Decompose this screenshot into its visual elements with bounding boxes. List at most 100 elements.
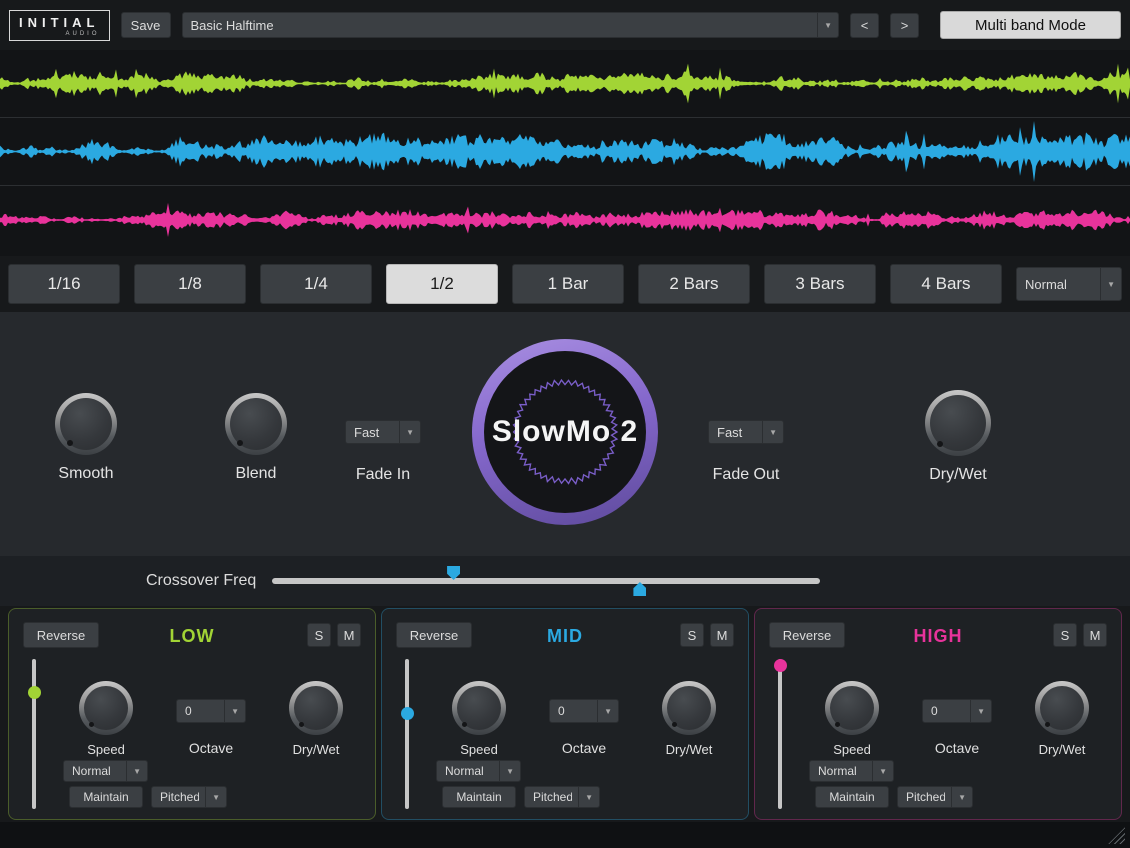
band-drywet-knob[interactable] bbox=[662, 681, 716, 735]
band-drywet-knob[interactable] bbox=[1035, 681, 1089, 735]
band-drywet-knob[interactable] bbox=[289, 681, 343, 735]
division-button-1-bar[interactable]: 1 Bar bbox=[512, 264, 624, 304]
band-drywet-label: Dry/Wet bbox=[271, 742, 361, 757]
pitch-mode-value: Pitched bbox=[906, 790, 945, 804]
division-button-1-2[interactable]: 1/2 bbox=[386, 264, 498, 304]
chevron-down-icon: ▼ bbox=[762, 421, 783, 443]
blend-knob[interactable] bbox=[225, 393, 287, 455]
slowmo-main-knob[interactable]: SlowMo 2 bbox=[472, 339, 658, 525]
pitch-mode-select[interactable]: Pitched ▼ bbox=[897, 786, 973, 808]
slider-track bbox=[405, 659, 409, 809]
chevron-down-icon: ▼ bbox=[224, 700, 245, 722]
knob-indicator-dot bbox=[672, 722, 677, 727]
slider-handle[interactable] bbox=[774, 659, 787, 672]
low-band-waveform bbox=[0, 50, 1130, 118]
blend-control: Blend bbox=[210, 393, 302, 483]
solo-button[interactable]: S bbox=[680, 623, 704, 647]
blend-label: Blend bbox=[210, 465, 302, 483]
solo-button[interactable]: S bbox=[307, 623, 331, 647]
drywet-label: Dry/Wet bbox=[912, 466, 1004, 484]
speed-knob[interactable] bbox=[452, 681, 506, 735]
octave-select[interactable]: 0 ▼ bbox=[176, 699, 246, 723]
high-band-waveform bbox=[0, 186, 1130, 254]
octave-label: Octave bbox=[912, 740, 1002, 756]
smooth-label: Smooth bbox=[40, 465, 132, 483]
trigger-mode-select[interactable]: Normal ▼ bbox=[1016, 267, 1122, 301]
multi-band-mode-button[interactable]: Multi band Mode bbox=[940, 11, 1121, 39]
band-level-slider[interactable] bbox=[773, 659, 787, 809]
pitch-mode-select[interactable]: Pitched ▼ bbox=[151, 786, 227, 808]
division-button-1-8[interactable]: 1/8 bbox=[134, 264, 246, 304]
octave-label: Octave bbox=[539, 740, 629, 756]
chevron-down-icon: ▼ bbox=[205, 787, 226, 807]
chevron-down-icon: ▼ bbox=[817, 13, 838, 37]
top-bar: INITIAL AUDIO Save Basic Halftime ▼ < > … bbox=[0, 0, 1130, 50]
speed-label: Speed bbox=[807, 742, 897, 757]
band-drywet-label: Dry/Wet bbox=[644, 742, 734, 757]
pitch-mode-value: Pitched bbox=[533, 790, 572, 804]
mid-band-waveform bbox=[0, 118, 1130, 186]
speed-knob[interactable] bbox=[825, 681, 879, 735]
maintain-button[interactable]: Maintain bbox=[442, 786, 516, 808]
band-panel-mid: Reverse MID S M Speed 0 ▼ Octave Dry/Wet… bbox=[381, 608, 749, 820]
slider-handle[interactable] bbox=[401, 707, 414, 720]
speed-knob[interactable] bbox=[79, 681, 133, 735]
slider-handle[interactable] bbox=[28, 686, 41, 699]
waveform-display bbox=[0, 50, 1130, 256]
main-controls: Smooth Blend Fast ▼ Fade In SlowMo 2 Fas… bbox=[0, 312, 1130, 556]
maintain-button[interactable]: Maintain bbox=[815, 786, 889, 808]
logo-subtext: AUDIO bbox=[19, 31, 100, 37]
division-button-1-16[interactable]: 1/16 bbox=[8, 264, 120, 304]
knob-indicator-dot bbox=[462, 722, 467, 727]
mute-button[interactable]: M bbox=[1083, 623, 1107, 647]
band-level-slider[interactable] bbox=[27, 659, 41, 809]
octave-value: 0 bbox=[185, 704, 218, 718]
band-mode-value: Normal bbox=[72, 764, 120, 778]
fade-out-value: Fast bbox=[717, 425, 756, 440]
octave-value: 0 bbox=[931, 704, 964, 718]
division-button-2-bars[interactable]: 2 Bars bbox=[638, 264, 750, 304]
crossover-label: Crossover Freq bbox=[146, 572, 256, 590]
octave-select[interactable]: 0 ▼ bbox=[922, 699, 992, 723]
chevron-down-icon: ▼ bbox=[399, 421, 420, 443]
division-button-3-bars[interactable]: 3 Bars bbox=[764, 264, 876, 304]
fade-out-select[interactable]: Fast ▼ bbox=[708, 420, 784, 444]
pitch-mode-value: Pitched bbox=[160, 790, 199, 804]
octave-value: 0 bbox=[558, 704, 591, 718]
resize-grip[interactable] bbox=[1107, 826, 1125, 844]
division-button-4-bars[interactable]: 4 Bars bbox=[890, 264, 1002, 304]
chevron-down-icon: ▼ bbox=[499, 761, 520, 781]
fade-in-select[interactable]: Fast ▼ bbox=[345, 420, 421, 444]
crossover-mid-high-handle[interactable] bbox=[633, 582, 646, 596]
chevron-down-icon: ▼ bbox=[597, 700, 618, 722]
slowmo-knob-face: SlowMo 2 bbox=[484, 351, 646, 513]
maintain-button[interactable]: Maintain bbox=[69, 786, 143, 808]
division-button-1-4[interactable]: 1/4 bbox=[260, 264, 372, 304]
preset-select[interactable]: Basic Halftime ▼ bbox=[182, 12, 840, 38]
knob-indicator-dot bbox=[937, 441, 943, 447]
knob-indicator-dot bbox=[237, 440, 243, 446]
solo-button[interactable]: S bbox=[1053, 623, 1077, 647]
mute-button[interactable]: M bbox=[710, 623, 734, 647]
band-mode-select[interactable]: Normal ▼ bbox=[63, 760, 148, 782]
knob-indicator-dot bbox=[835, 722, 840, 727]
knob-indicator-dot bbox=[89, 722, 94, 727]
band-level-slider[interactable] bbox=[400, 659, 414, 809]
crossover-slider[interactable] bbox=[272, 578, 820, 584]
drywet-knob[interactable] bbox=[925, 390, 991, 456]
crossover-low-mid-handle[interactable] bbox=[447, 566, 460, 580]
smooth-knob[interactable] bbox=[55, 393, 117, 455]
knob-indicator-dot bbox=[299, 722, 304, 727]
pitch-mode-select[interactable]: Pitched ▼ bbox=[524, 786, 600, 808]
octave-select[interactable]: 0 ▼ bbox=[549, 699, 619, 723]
slowmo2-window: INITIAL AUDIO Save Basic Halftime ▼ < > … bbox=[0, 0, 1130, 848]
band-panel-low: Reverse LOW S M Speed 0 ▼ Octave Dry/Wet… bbox=[8, 608, 376, 820]
save-button[interactable]: Save bbox=[121, 12, 171, 38]
band-mode-select[interactable]: Normal ▼ bbox=[436, 760, 521, 782]
next-preset-button[interactable]: > bbox=[890, 13, 919, 38]
division-row: 1/16 1/8 1/4 1/2 1 Bar 2 Bars 3 Bars 4 B… bbox=[0, 256, 1130, 312]
prev-preset-button[interactable]: < bbox=[850, 13, 879, 38]
band-mode-select[interactable]: Normal ▼ bbox=[809, 760, 894, 782]
mute-button[interactable]: M bbox=[337, 623, 361, 647]
slider-track bbox=[32, 659, 36, 809]
